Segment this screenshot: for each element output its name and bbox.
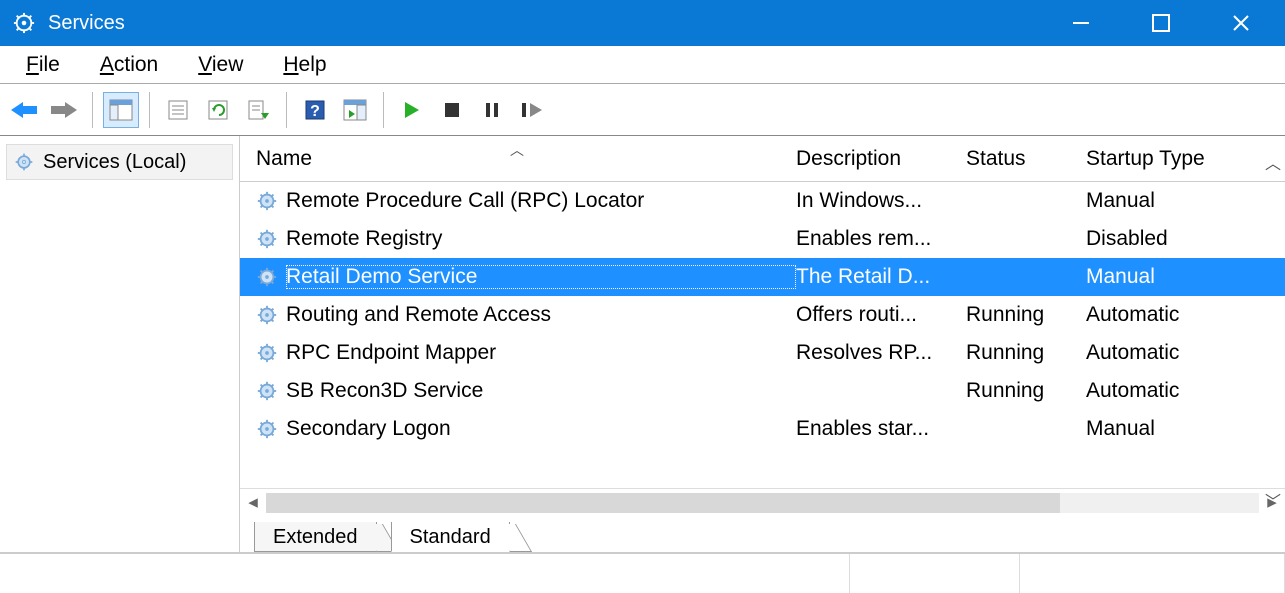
scroll-down-icon[interactable]: ﹀ — [1265, 488, 1281, 512]
service-startup-type: Manual — [1086, 189, 1236, 213]
service-name: Secondary Logon — [286, 417, 796, 441]
list-pane: ︿ Name Description Status Startup Type ︿… — [240, 136, 1285, 552]
start-service-button[interactable] — [394, 92, 430, 128]
gear-icon — [256, 380, 286, 402]
export-list-button[interactable] — [240, 92, 276, 128]
service-description: In Windows... — [796, 189, 966, 213]
table-row[interactable]: RPC Endpoint MapperResolves RP...Running… — [240, 334, 1285, 372]
service-list: Remote Procedure Call (RPC) LocatorIn Wi… — [240, 182, 1285, 488]
service-startup-type: Manual — [1086, 417, 1236, 441]
service-status: Running — [966, 379, 1086, 403]
service-description: Offers routi... — [796, 303, 966, 327]
gear-icon — [256, 266, 286, 288]
service-name: Remote Registry — [286, 227, 796, 251]
service-description: Resolves RP... — [796, 341, 966, 365]
service-startup-type: Automatic — [1086, 379, 1236, 403]
service-startup-type: Automatic — [1086, 341, 1236, 365]
table-row[interactable]: Remote Procedure Call (RPC) LocatorIn Wi… — [240, 182, 1285, 220]
window-title: Services — [48, 12, 125, 35]
service-name: Routing and Remote Access — [286, 303, 796, 327]
gear-icon — [256, 228, 286, 250]
table-row[interactable]: SB Recon3D Service RunningAutomatic — [240, 372, 1285, 410]
restart-service-button[interactable] — [514, 92, 550, 128]
table-row[interactable]: Routing and Remote AccessOffers routi...… — [240, 296, 1285, 334]
properties-button[interactable] — [160, 92, 196, 128]
service-name: SB Recon3D Service — [286, 379, 796, 403]
column-header-description[interactable]: Description — [796, 147, 966, 171]
gear-icon — [256, 418, 286, 440]
close-button[interactable] — [1201, 0, 1281, 46]
service-status: Running — [966, 303, 1086, 327]
status-bar — [0, 553, 1285, 593]
service-startup-type: Manual — [1086, 265, 1236, 289]
back-button[interactable] — [6, 92, 42, 128]
gear-icon — [256, 190, 286, 212]
service-startup-type: Automatic — [1086, 303, 1236, 327]
services-app-icon — [12, 11, 36, 35]
gear-icon — [256, 304, 286, 326]
help-button[interactable]: ? — [297, 92, 333, 128]
minimize-button[interactable] — [1041, 0, 1121, 46]
column-header-startup-type[interactable]: Startup Type — [1086, 147, 1266, 171]
scrollbar-thumb[interactable] — [266, 493, 1060, 513]
service-description: Enables rem... — [796, 227, 966, 251]
service-description: Enables star... — [796, 417, 966, 441]
main-content: Services (Local) ︿ Name Description Stat… — [0, 136, 1285, 553]
column-header-status[interactable]: Status — [966, 147, 1086, 171]
tree-pane: Services (Local) — [0, 136, 240, 552]
menu-file[interactable]: File — [6, 49, 80, 83]
toolbar: ? — [0, 84, 1285, 136]
scroll-left-icon[interactable]: ◂ — [240, 490, 266, 516]
tab-extended[interactable]: Extended — [254, 522, 377, 552]
tree-item-services-local[interactable]: Services (Local) — [6, 144, 233, 180]
table-row[interactable]: Secondary LogonEnables star... Manual — [240, 410, 1285, 448]
menu-action[interactable]: Action — [80, 49, 178, 83]
service-description: The Retail D... — [796, 265, 966, 289]
table-row[interactable]: Retail Demo ServiceThe Retail D... Manual — [240, 258, 1285, 296]
column-headers: ︿ Name Description Status Startup Type ︿ — [240, 136, 1285, 182]
gear-icon — [13, 151, 35, 173]
maximize-button[interactable] — [1121, 0, 1201, 46]
show-hide-tree-button[interactable] — [103, 92, 139, 128]
pause-service-button[interactable] — [474, 92, 510, 128]
menu-view[interactable]: View — [178, 49, 263, 83]
scroll-up-icon[interactable]: ︿ — [1265, 150, 1281, 174]
service-name: Remote Procedure Call (RPC) Locator — [286, 189, 796, 213]
forward-button[interactable] — [46, 92, 82, 128]
service-status: Running — [966, 341, 1086, 365]
column-header-name[interactable]: Name — [256, 147, 796, 171]
horizontal-scrollbar[interactable]: ◂ ▸ — [240, 488, 1285, 516]
stop-service-button[interactable] — [434, 92, 470, 128]
table-row[interactable]: Remote RegistryEnables rem... Disabled — [240, 220, 1285, 258]
refresh-button[interactable] — [200, 92, 236, 128]
menu-bar: File Action View Help — [0, 46, 1285, 84]
gear-icon — [256, 342, 286, 364]
show-hide-action-pane-button[interactable] — [337, 92, 373, 128]
service-name: Retail Demo Service — [286, 265, 796, 289]
menu-help[interactable]: Help — [263, 49, 346, 83]
tree-item-label: Services (Local) — [43, 151, 186, 174]
titlebar: Services — [0, 0, 1285, 46]
svg-text:?: ? — [310, 103, 320, 120]
tab-standard[interactable]: Standard — [391, 522, 510, 552]
service-name: RPC Endpoint Mapper — [286, 341, 796, 365]
service-startup-type: Disabled — [1086, 227, 1236, 251]
view-tabs: Extended Standard — [240, 516, 1285, 552]
sort-indicator-icon: ︿ — [510, 140, 524, 160]
